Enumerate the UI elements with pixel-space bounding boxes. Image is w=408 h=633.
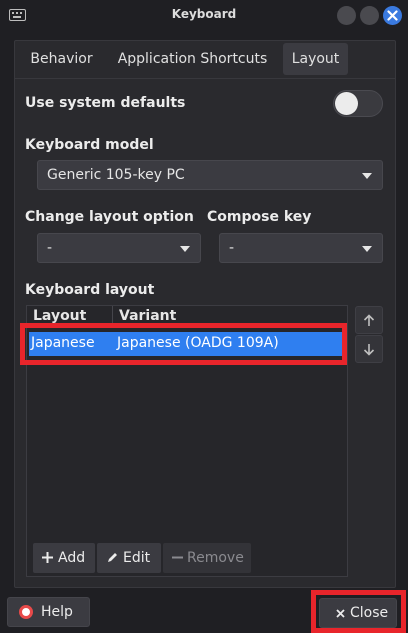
column-header-layout[interactable]: Layout [33,308,86,324]
close-highlight-box [311,590,406,633]
add-label: Add [58,550,86,566]
use-system-defaults-label: Use system defaults [25,95,186,111]
keyboard-model-label: Keyboard model [25,137,154,153]
tab-bar: Behavior Application Shortcuts Layout [15,41,395,79]
edit-label: Edit [123,550,151,566]
toggle-knob [335,92,358,115]
row-highlight-box [20,323,347,365]
compose-key-value: - [229,240,235,256]
keyboard-layout-label: Keyboard layout [25,282,155,298]
compose-key-label: Compose key [207,209,312,225]
change-layout-option-label: Change layout option [25,209,194,225]
keyboard-model-select[interactable]: Generic 105-key PC [37,160,383,190]
chevron-down-icon [180,246,190,252]
compose-key-select[interactable]: - [219,233,383,263]
add-button[interactable]: Add [33,543,95,573]
minus-icon [172,556,183,559]
chevron-down-icon [362,246,372,252]
settings-frame: Behavior Application Shortcuts Layout Us… [14,40,396,588]
chevron-down-icon [362,173,372,179]
tab-layout[interactable]: Layout [283,43,348,75]
arrow-up-icon [363,314,375,326]
title-bar: Keyboard [0,0,408,32]
change-layout-option-value: - [47,240,53,256]
plus-icon [42,552,53,563]
column-header-variant[interactable]: Variant [119,308,176,324]
help-label: Help [41,604,73,620]
edit-button[interactable]: Edit [97,543,161,573]
help-icon [19,605,33,619]
maximize-icon[interactable] [360,6,379,25]
remove-label: Remove [187,550,244,566]
close-icon[interactable] [383,6,402,25]
remove-button[interactable]: Remove [163,543,251,573]
tab-behavior[interactable]: Behavior [24,43,99,75]
pencil-icon [108,553,117,562]
change-layout-option-select[interactable]: - [37,233,201,263]
move-up-button[interactable] [355,306,383,334]
keyboard-model-value: Generic 105-key PC [47,167,185,183]
help-button[interactable]: Help [7,597,90,627]
minimize-icon[interactable] [337,6,356,25]
arrow-down-icon [363,344,375,356]
move-down-button[interactable] [355,335,383,363]
tab-application-shortcuts[interactable]: Application Shortcuts [115,43,270,75]
use-system-defaults-toggle[interactable] [333,90,383,117]
